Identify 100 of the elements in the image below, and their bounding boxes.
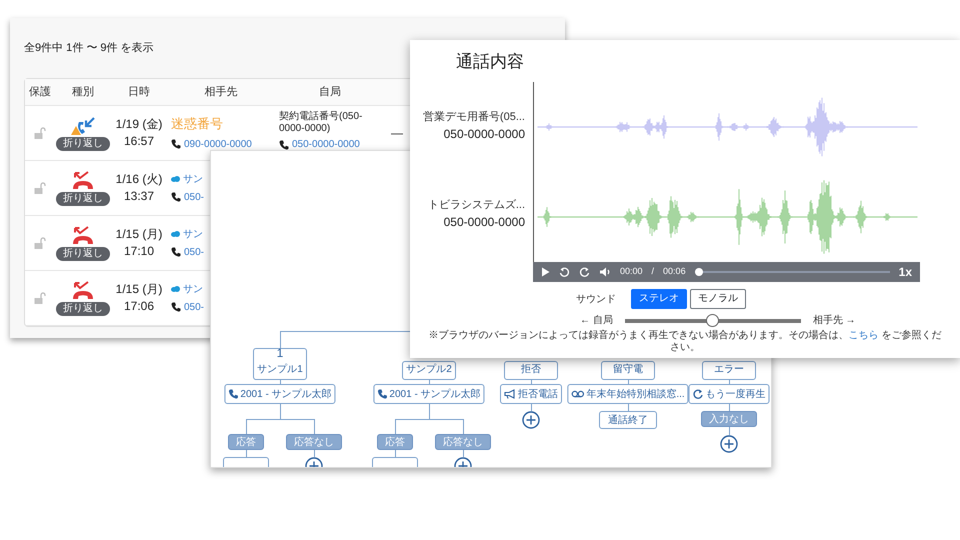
track-number: 050-0000-0000 — [444, 214, 525, 232]
missed-call-icon — [71, 170, 95, 190]
phone-link[interactable]: 050- — [184, 190, 204, 204]
action-label: もう一度再生 — [706, 388, 766, 402]
current-time: 00:00 — [620, 265, 643, 278]
action-node[interactable]: もう一度再生 — [688, 384, 770, 404]
volume-icon[interactable] — [599, 267, 611, 277]
call-date: 1/15 (月) — [116, 226, 162, 243]
call-date: 1/19 (金) — [116, 116, 162, 133]
spam-label: 迷惑番号 — [171, 115, 224, 134]
empty-value: — — [391, 125, 403, 142]
callback-badge[interactable]: 折り返し — [56, 136, 110, 150]
cloud-icon — [171, 286, 180, 292]
duration-time: 00:06 — [663, 265, 686, 278]
connector-line — [463, 450, 464, 457]
action-label: 2001 - サンプル太郎 — [240, 388, 332, 402]
cloud-icon — [171, 176, 180, 182]
sound-label: サウンド — [576, 292, 616, 306]
connector-line — [395, 450, 396, 457]
connector-line — [246, 450, 247, 457]
call-time: 16:57 — [124, 133, 154, 150]
add-step-icon[interactable] — [720, 435, 738, 453]
phone-icon — [171, 302, 181, 312]
play-icon[interactable] — [541, 267, 550, 277]
connector-line — [628, 404, 629, 411]
call-date: 1/16 (火) — [116, 171, 162, 188]
phone-link[interactable]: 090-0000-0000 — [184, 136, 252, 152]
node-label: 留守電 — [613, 362, 643, 377]
callback-badge[interactable]: 折り返し — [56, 302, 110, 316]
track-name: 営業デモ用番号(05... — [422, 110, 525, 125]
action-label: 拒否電話 — [518, 388, 558, 402]
action-node[interactable]: 2001 - サンプル太郎 — [224, 384, 336, 404]
column-header: 種別 — [71, 84, 95, 100]
connector-line — [531, 404, 532, 411]
call-time: 13:37 — [124, 188, 154, 205]
progress-track[interactable] — [694, 268, 890, 276]
call-time: 17:06 — [124, 298, 154, 315]
menu-node[interactable]: エラー — [702, 361, 756, 380]
connector-line — [729, 404, 730, 411]
forward-icon[interactable] — [579, 266, 590, 278]
call-date: 1/15 (月) — [116, 281, 162, 298]
contact-link[interactable]: サン — [183, 172, 203, 186]
right-channel-label: 相手先 → — [812, 314, 856, 328]
incoming-call-icon — [70, 116, 96, 136]
voicemail-icon — [571, 390, 584, 398]
track-number: 050-0000-0000 — [444, 126, 525, 144]
connector-line — [729, 427, 730, 435]
callback-badge[interactable]: 折り返し — [56, 192, 110, 206]
menu-node[interactable]: 留守電 — [601, 361, 655, 380]
phone-icon — [171, 247, 181, 257]
result-count-text: 全9件中 1件 〜 9件 を表示 — [24, 41, 154, 56]
node-number: 1 — [276, 345, 284, 362]
line-name: 契約電話番号(050-0000-0000) — [279, 111, 364, 135]
column-header: 日時 — [127, 84, 151, 100]
node-label: サンプル2 — [406, 362, 452, 377]
progress-thumb[interactable] — [694, 268, 703, 276]
node-label: サンプル1 — [257, 362, 303, 377]
connector-line — [314, 450, 315, 457]
sound-mode-button[interactable]: ステレオ — [631, 289, 687, 309]
phone-link[interactable]: 050- — [184, 244, 204, 260]
action-label: 年末年始特別相談窓... — [586, 388, 685, 402]
speed-button[interactable]: 1x — [898, 263, 912, 281]
action-node[interactable]: 2001 - サンプル太郎 — [373, 384, 485, 404]
add-step-icon[interactable] — [522, 411, 540, 429]
panel-title: 通話内容 — [456, 51, 525, 73]
column-header: 相手先 — [204, 84, 238, 100]
column-header: 保護 — [28, 84, 52, 100]
help-link[interactable]: こちら — [848, 330, 879, 341]
contact-link[interactable]: サン — [183, 226, 203, 242]
action-node[interactable]: 年末年始特別相談窓... — [567, 384, 689, 404]
action-label: 2001 - サンプル太郎 — [389, 388, 481, 402]
callback-badge[interactable]: 折り返し — [56, 246, 110, 260]
sound-mode-button[interactable]: モノラル — [690, 289, 746, 309]
menu-node[interactable]: 1 サンプル1 — [253, 348, 307, 380]
rewind-icon[interactable] — [559, 266, 570, 278]
phone-icon — [377, 389, 388, 399]
phone-icon — [171, 139, 181, 150]
contact-link[interactable]: サン — [183, 282, 203, 296]
slider-thumb[interactable] — [706, 314, 720, 327]
phone-icon — [228, 389, 238, 399]
note-text: ※ブラウザのバージョンによっては録音がうまく再生できない場合があります。その場合は、こちら をご参照ください。 — [428, 330, 942, 354]
replay-icon — [692, 388, 704, 400]
menu-node[interactable]: サンプル2 — [402, 361, 456, 380]
phone-icon — [171, 192, 181, 202]
missed-call-icon — [71, 226, 95, 246]
cloud-icon — [171, 231, 180, 237]
call-time: 17:10 — [124, 243, 154, 260]
node-label: エラー — [714, 363, 744, 377]
phone-link[interactable]: 050- — [184, 300, 204, 314]
track-name: トビラシステムズ... — [428, 198, 525, 213]
node-label: 拒否 — [521, 362, 541, 377]
phone-link[interactable]: 050-0000-0000 — [292, 137, 360, 152]
menu-node[interactable]: 拒否 — [504, 361, 558, 380]
column-header: 自局 — [318, 84, 342, 100]
left-channel-label: ← 自局 — [580, 314, 613, 328]
action-node[interactable]: 拒否電話 — [500, 384, 562, 404]
time-separator: / — [652, 265, 654, 278]
end-call-node[interactable]: 通話終了 — [599, 411, 657, 429]
missed-call-icon — [71, 280, 95, 300]
phone-icon — [279, 140, 289, 150]
